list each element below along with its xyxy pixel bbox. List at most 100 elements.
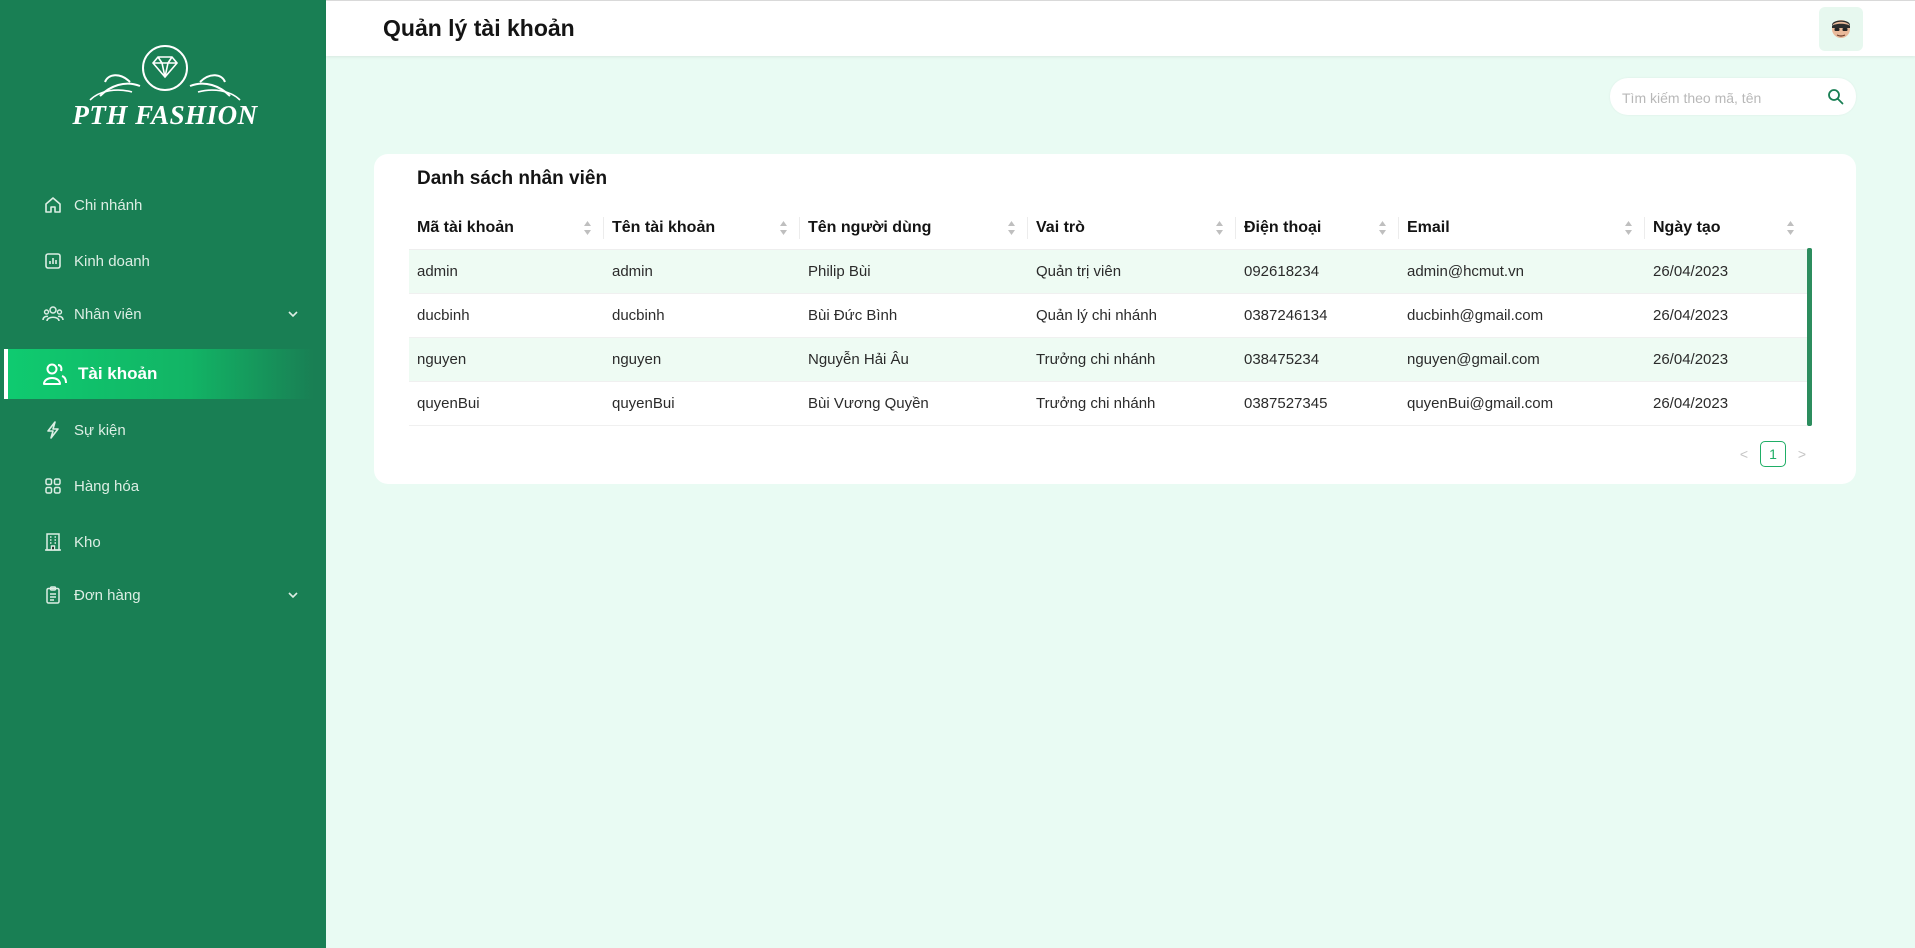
table-scrollbar-thumb[interactable] <box>1807 248 1812 426</box>
sort-icon[interactable] <box>583 220 592 236</box>
cell-ten-nguoi-dung: Nguyễn Hải Âu <box>800 337 1028 382</box>
sidebar-item-label: Kinh doanh <box>74 252 150 270</box>
sidebar-item-label: Chi nhánh <box>74 196 143 214</box>
grid-icon <box>42 475 64 497</box>
sidebar-item-tai-khoan[interactable]: Tài khoản <box>4 349 314 399</box>
sidebar-item-label: Sự kiện <box>74 421 126 439</box>
pagination: < 1 > <box>1734 440 1812 468</box>
sort-icon[interactable] <box>1624 220 1633 236</box>
cell-ngay-tao: 26/04/2023 <box>1645 293 1807 338</box>
cell-dien-thoai: 0387246134 <box>1236 293 1399 338</box>
table-row[interactable]: admin admin Philip Bùi Quản trị viên 092… <box>409 249 1807 294</box>
column-header-label: Email <box>1407 218 1450 236</box>
page-title: Quản lý tài khoản <box>383 15 575 41</box>
sidebar-item-label: Tài khoản <box>78 364 158 383</box>
chevron-down-icon <box>288 311 298 318</box>
table-header-row: Mã tài khoản Tên tài khoản Tên người dùn… <box>409 206 1807 250</box>
card-title: Danh sách nhân viên <box>417 168 608 189</box>
sidebar-item-label: Nhân viên <box>74 305 142 323</box>
sidebar-item-don-hang[interactable]: Đơn hàng <box>0 575 326 615</box>
cell-email: ducbinh@gmail.com <box>1399 293 1645 338</box>
table-row[interactable]: nguyen nguyen Nguyễn Hải Âu Trưởng chi n… <box>409 337 1807 382</box>
cell-vai-tro: Quản lý chi nhánh <box>1028 293 1236 338</box>
accounts-card: Danh sách nhân viên Mã tài khoản Tên tài… <box>374 154 1856 484</box>
pagination-next-button[interactable]: > <box>1792 444 1812 464</box>
cell-vai-tro: Quản trị viên <box>1028 249 1236 294</box>
sidebar-item-label: Hàng hóa <box>74 477 140 495</box>
chart-icon <box>42 250 64 272</box>
cell-ma-tai-khoan: admin <box>409 249 604 294</box>
cell-ten-nguoi-dung: Philip Bùi <box>800 249 1028 294</box>
search-box <box>1610 78 1856 117</box>
column-header-dien-thoai[interactable]: Điện thoại <box>1236 206 1399 250</box>
sort-icon[interactable] <box>1378 220 1387 236</box>
cell-ngay-tao: 26/04/2023 <box>1645 249 1807 294</box>
accounts-table: Mã tài khoản Tên tài khoản Tên người dùn… <box>409 206 1807 426</box>
cell-dien-thoai: 038475234 <box>1236 337 1399 382</box>
column-header-label: Tên tài khoản <box>612 218 716 236</box>
cell-vai-tro: Trưởng chi nhánh <box>1028 381 1236 426</box>
cell-ngay-tao: 26/04/2023 <box>1645 381 1807 426</box>
user-avatar-icon <box>1832 20 1850 38</box>
cell-email: admin@hcmut.vn <box>1399 249 1645 294</box>
bolt-icon <box>42 419 64 441</box>
home-icon <box>42 194 64 216</box>
clipboard-icon <box>42 584 64 606</box>
brand-logo[interactable]: PTH FASHION <box>70 42 260 142</box>
diamond-icon <box>89 45 241 101</box>
cell-email: nguyen@gmail.com <box>1399 337 1645 382</box>
pagination-prev-button[interactable]: < <box>1734 444 1754 464</box>
search-input[interactable] <box>1620 78 1814 117</box>
column-header-label: Điện thoại <box>1244 218 1322 236</box>
sort-icon[interactable] <box>1007 220 1016 236</box>
sidebar-item-hang-hoa[interactable]: Hàng hóa <box>0 466 326 506</box>
search-icon[interactable] <box>1827 88 1844 105</box>
column-header-label: Vai trò <box>1036 218 1085 236</box>
column-header-label: Ngày tạo <box>1653 218 1721 236</box>
cell-ten-tai-khoan: admin <box>604 249 800 294</box>
cell-ten-tai-khoan: nguyen <box>604 337 800 382</box>
column-header-ngay-tao[interactable]: Ngày tạo <box>1645 206 1807 250</box>
cell-ma-tai-khoan: nguyen <box>409 337 604 382</box>
chevron-down-icon <box>288 592 298 599</box>
cell-email: quyenBui@gmail.com <box>1399 381 1645 426</box>
table-row[interactable]: ducbinh ducbinh Bùi Đức Bình Quản lý chi… <box>409 293 1807 338</box>
active-indicator <box>4 349 8 399</box>
building-icon <box>42 531 64 553</box>
cell-dien-thoai: 0387527345 <box>1236 381 1399 426</box>
column-header-ten-tai-khoan[interactable]: Tên tài khoản <box>604 206 800 250</box>
sort-icon[interactable] <box>1786 220 1795 236</box>
sort-icon[interactable] <box>1215 220 1224 236</box>
column-header-label: Tên người dùng <box>808 218 932 236</box>
sort-icon[interactable] <box>779 220 788 236</box>
sidebar-item-su-kien[interactable]: Sự kiện <box>0 410 326 450</box>
sidebar-item-nhan-vien[interactable]: Nhân viên <box>0 294 326 334</box>
column-header-ten-nguoi-dung[interactable]: Tên người dùng <box>800 206 1028 250</box>
sidebar-item-label: Đơn hàng <box>74 586 141 604</box>
column-header-email[interactable]: Email <box>1399 206 1645 250</box>
users-icon <box>42 303 64 325</box>
cell-ma-tai-khoan: ducbinh <box>409 293 604 338</box>
cell-ten-nguoi-dung: Bùi Vương Quyền <box>800 381 1028 426</box>
cell-ngay-tao: 26/04/2023 <box>1645 337 1807 382</box>
cell-ma-tai-khoan: quyenBui <box>409 381 604 426</box>
cell-ten-nguoi-dung: Bùi Đức Bình <box>800 293 1028 338</box>
sidebar-item-kho[interactable]: Kho <box>0 522 326 562</box>
column-header-ma-tai-khoan[interactable]: Mã tài khoản <box>409 206 604 250</box>
table-row[interactable]: quyenBui quyenBui Bùi Vương Quyền Trưởng… <box>409 381 1807 426</box>
avatar[interactable] <box>1819 7 1863 51</box>
brand-name: PTH FASHION <box>72 100 258 130</box>
column-header-label: Mã tài khoản <box>417 218 514 236</box>
sidebar-item-kinh-doanh[interactable]: Kinh doanh <box>0 241 326 281</box>
cell-dien-thoai: 092618234 <box>1236 249 1399 294</box>
pagination-page-1[interactable]: 1 <box>1760 441 1786 467</box>
cell-vai-tro: Trưởng chi nhánh <box>1028 337 1236 382</box>
sidebar-item-label: Kho <box>74 533 101 551</box>
column-header-vai-tro[interactable]: Vai trò <box>1028 206 1236 250</box>
top-bar: Quản lý tài khoản <box>326 0 1915 56</box>
sidebar: PTH FASHION Chi nhánh Kinh doanh Nhân vi… <box>0 0 326 948</box>
sidebar-item-chi-nhanh[interactable]: Chi nhánh <box>0 185 326 225</box>
cell-ten-tai-khoan: ducbinh <box>604 293 800 338</box>
cell-ten-tai-khoan: quyenBui <box>604 381 800 426</box>
account-icon <box>42 361 68 387</box>
